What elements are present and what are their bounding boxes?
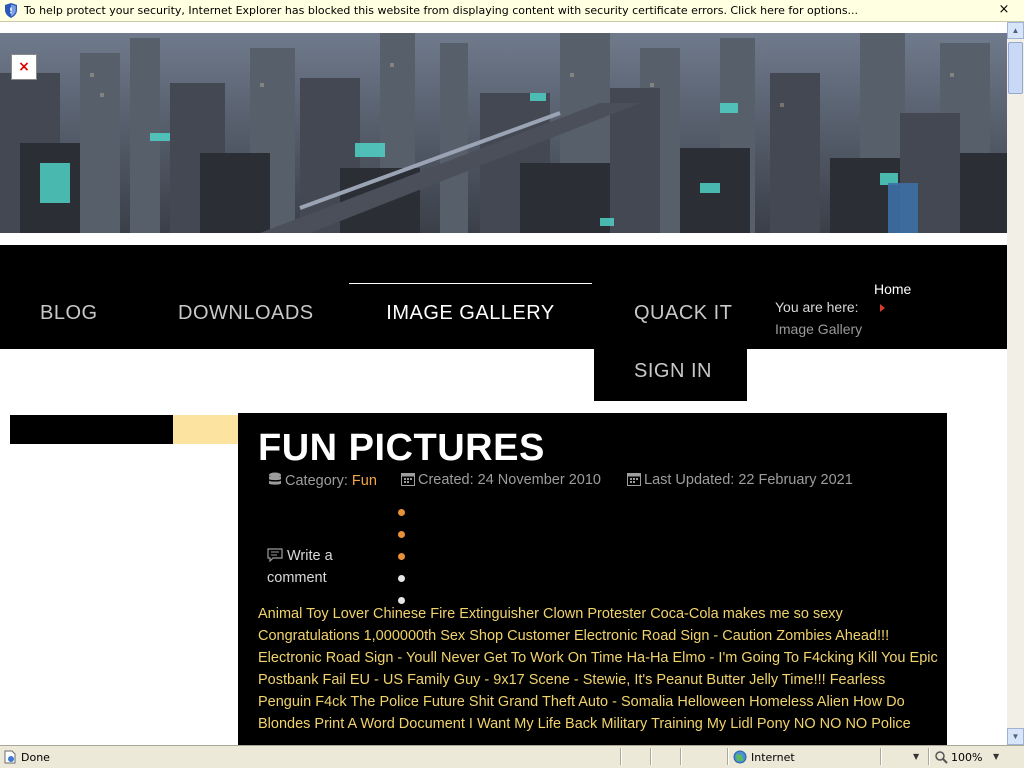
status-text: Done [21, 751, 50, 764]
security-info-bar[interactable]: ! To help protect your security, Interne… [0, 0, 1024, 22]
header-banner-image [0, 33, 1007, 233]
calendar-icon [627, 473, 641, 486]
sidebar-black-block [10, 415, 173, 444]
zoom-level[interactable]: 100% [951, 751, 982, 764]
security-zone[interactable]: Internet [751, 751, 795, 764]
breadcrumb-prefix: You are here: [775, 299, 859, 315]
status-divider [620, 748, 622, 765]
scroll-up-arrow-icon[interactable]: ▲ [1007, 22, 1024, 39]
status-divider [880, 748, 882, 765]
scrollbar-thumb[interactable] [1008, 42, 1023, 94]
protected-mode-dropdown-icon[interactable]: ▼ [913, 752, 919, 761]
zoom-dropdown-icon[interactable]: ▼ [993, 752, 999, 761]
write-comment-link[interactable]: Write a comment [267, 545, 377, 589]
bullet-dot [398, 531, 405, 538]
bullet-dot [398, 553, 405, 560]
vertical-scrollbar[interactable]: ▲ ▼ [1007, 22, 1024, 745]
nav-item-downloads[interactable]: DOWNLOADS [178, 302, 314, 325]
page-icon [4, 750, 16, 764]
broken-image-icon: × [11, 54, 37, 80]
article-created: Created: 24 November 2010 [401, 472, 601, 488]
close-icon[interactable]: × [996, 2, 1012, 18]
svg-text:!: ! [9, 7, 13, 16]
status-divider [680, 748, 682, 765]
status-divider [727, 748, 729, 765]
category-label: Category: [285, 473, 348, 489]
nav-item-image-gallery[interactable]: IMAGE GALLERY [349, 283, 592, 325]
infobar-message[interactable]: To help protect your security, Internet … [24, 4, 858, 17]
article-category: Category: Fun [268, 472, 377, 489]
globe-icon [733, 750, 747, 764]
nav-item-quack-it[interactable]: QUACK IT [634, 302, 732, 325]
created-date: Created: 24 November 2010 [418, 472, 601, 488]
bullet-dot [398, 575, 405, 582]
status-bar: Done Internet ▼ 100% ▼ [0, 745, 1024, 768]
article-body: Animal Toy Lover Chinese Fire Extinguish… [258, 606, 938, 732]
article-updated: Last Updated: 22 February 2021 [627, 472, 853, 488]
breadcrumb-current: Image Gallery [775, 321, 863, 337]
breadcrumb-arrow-icon [880, 304, 885, 312]
nav-item-sign-in[interactable]: SIGN IN [634, 360, 712, 383]
calendar-icon [401, 473, 415, 486]
article: FUN PICTURES Category: Fun Created: 24 N… [238, 413, 947, 745]
comment-icon [267, 548, 283, 563]
zoom-icon [935, 751, 948, 764]
status-divider [928, 748, 930, 765]
database-icon [269, 472, 281, 485]
category-link[interactable]: Fun [352, 473, 377, 489]
bullet-dot [398, 509, 405, 516]
breadcrumb-home-link[interactable]: Home [874, 281, 911, 297]
scroll-down-arrow-icon[interactable]: ▼ [1007, 728, 1024, 745]
sidebar-yellow-block [173, 415, 238, 444]
updated-date: Last Updated: 22 February 2021 [644, 472, 853, 488]
shield-icon: ! [5, 3, 17, 18]
status-divider [650, 748, 652, 765]
page-viewport: × BLOG DOWNLOADS IMAGE GALLERY QUACK IT … [0, 22, 1007, 745]
nav-item-blog[interactable]: BLOG [40, 302, 98, 325]
page-title: FUN PICTURES [258, 427, 545, 469]
